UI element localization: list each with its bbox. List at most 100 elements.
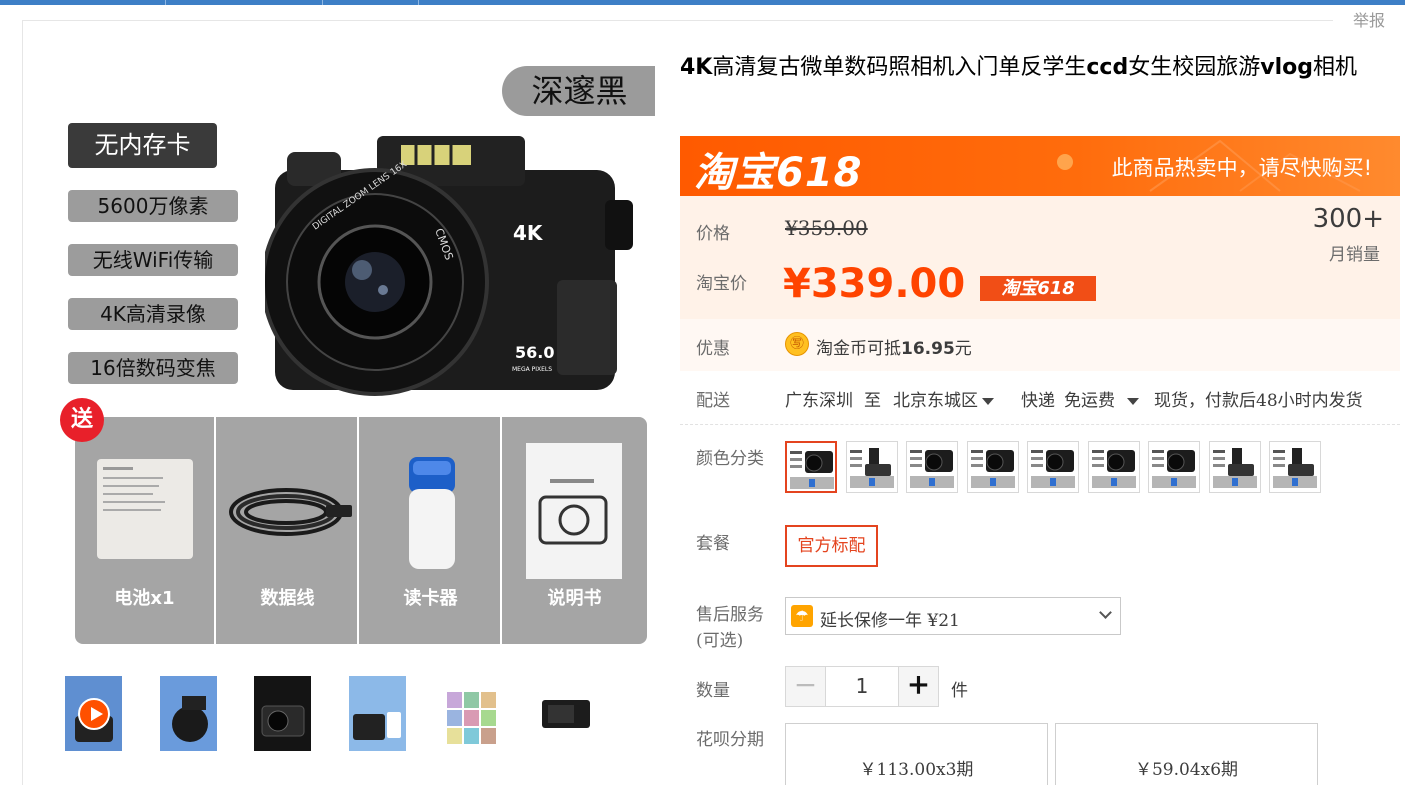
- thumbnail[interactable]: [443, 676, 500, 751]
- title-segment: vlog: [1260, 55, 1313, 80]
- swatch-image: [1028, 442, 1078, 492]
- ship-to-word: 至: [864, 391, 881, 411]
- color-swatch[interactable]: [906, 441, 958, 493]
- accessory-panel: 电池x1 数据线 读卡器 说明书: [75, 417, 647, 644]
- accessory-label: 数据线: [260, 588, 315, 609]
- service-label: 售后服务: [696, 605, 764, 625]
- caret-down-icon: [982, 398, 994, 405]
- thumbnail[interactable]: [538, 676, 595, 751]
- accessory-cable: 数据线: [218, 417, 359, 644]
- thumbnail-image: [160, 676, 217, 751]
- divider: [680, 424, 1400, 425]
- title-segment: 女生校园旅游: [1128, 55, 1261, 80]
- price-label: 价格: [696, 224, 730, 244]
- feature-label: 无线WiFi传输: [68, 244, 238, 276]
- original-price: ¥359.00: [785, 216, 868, 240]
- discount-label: 优惠: [696, 339, 730, 359]
- battery-icon: [97, 459, 193, 559]
- taobao-price-label: 淘宝价: [696, 274, 747, 294]
- title-segment: 高清复古微单数码照相机入门单反学生: [712, 55, 1087, 80]
- destination-selector[interactable]: 北京东城区: [893, 386, 994, 411]
- color-swatch[interactable]: [845, 441, 898, 493]
- swatch-image: [1209, 442, 1260, 492]
- quantity-decrease-button[interactable]: −: [785, 666, 826, 707]
- accessory-battery: 电池x1: [75, 417, 216, 644]
- current-price: ¥339.00: [783, 261, 966, 307]
- accessory-label: 读卡器: [403, 588, 458, 609]
- umbrella-icon: ☂: [791, 605, 813, 627]
- gift-badge: 送: [60, 398, 104, 442]
- title-segment: 相机: [1312, 55, 1357, 80]
- quantity-label: 数量: [696, 681, 730, 701]
- color-label: 颜色分类: [696, 449, 764, 469]
- ship-method: 快递: [1021, 391, 1055, 411]
- swatch-image: [787, 443, 835, 491]
- destination-text: 北京东城区: [893, 391, 978, 411]
- color-swatch[interactable]: [1208, 441, 1261, 493]
- coin-icon: ㊢: [785, 332, 809, 356]
- camera-illustration: 4K DIGITAL ZOOM LENS 16X CMOS 56.0 MEGA …: [265, 136, 633, 396]
- camera-4k-text: 4K: [513, 221, 544, 245]
- thumbnail[interactable]: [160, 676, 217, 751]
- availability: 现货，付款后48小时内发货: [1154, 391, 1363, 411]
- shipping-label: 配送: [696, 391, 730, 411]
- swatch-image: [1149, 442, 1199, 492]
- chevron-down-icon: [1099, 606, 1112, 619]
- swatch-image: [967, 442, 1018, 492]
- color-swatch[interactable]: [1148, 441, 1200, 493]
- color-swatch[interactable]: [1027, 441, 1079, 493]
- color-tag: 深邃黑: [502, 66, 655, 116]
- installment-label: 花呗分期: [696, 730, 764, 750]
- promo-banner: 淘宝618 此商品热卖中，请尽快购买!: [680, 136, 1400, 196]
- color-swatch[interactable]: [785, 441, 837, 493]
- color-swatch[interactable]: [966, 441, 1019, 493]
- discount-prefix: 淘金币可抵: [816, 339, 901, 359]
- price-box: 价格 ¥359.00 淘宝价 ¥339.00 淘宝618 300+ 月销量: [680, 196, 1400, 319]
- feature-label: 无内存卡: [68, 123, 217, 168]
- monthly-sales-label: 月销量: [1329, 245, 1380, 265]
- thumbnail-image: [538, 676, 595, 751]
- main-product-image[interactable]: 深邃黑 无内存卡 5600万像素 无线WiFi传输 4K高清录像 16倍数码变焦…: [55, 55, 655, 655]
- nav-divider: [322, 0, 323, 5]
- thumbnail[interactable]: [349, 676, 406, 751]
- swatch-image: [846, 442, 897, 492]
- play-icon[interactable]: [78, 698, 110, 730]
- feature-label: 4K高清录像: [68, 298, 238, 330]
- taobao-618-tag: 淘宝618: [980, 276, 1096, 301]
- feature-label: 16倍数码变焦: [68, 352, 238, 384]
- package-option-button[interactable]: 官方标配: [785, 525, 878, 567]
- ship-from: 广东深圳: [785, 391, 853, 411]
- swatch-image: [1270, 442, 1320, 492]
- service-selected: 延长保修一年 ¥21: [820, 611, 960, 631]
- quantity-input[interactable]: 1: [826, 666, 898, 707]
- accessory-manual: 说明书: [504, 417, 645, 644]
- caret-down-icon: [1127, 398, 1139, 405]
- top-nav-bar: [0, 0, 1405, 5]
- pixels-sub-text: MEGA PIXELS: [512, 366, 552, 373]
- shipping-fee-selector[interactable]: 免运费: [1064, 386, 1139, 411]
- thumbnail-image: [349, 676, 406, 751]
- service-select[interactable]: ☂ 延长保修一年 ¥21: [785, 597, 1121, 635]
- installment-option-3[interactable]: ￥113.00x3期: [785, 723, 1048, 785]
- color-swatch[interactable]: [1087, 441, 1140, 493]
- feature-label: 5600万像素: [68, 190, 238, 222]
- discount-text: 淘金币可抵16.95元: [816, 334, 972, 359]
- monthly-sales-count: 300+: [1312, 204, 1384, 234]
- thumbnail-video[interactable]: [65, 676, 122, 751]
- title-segment: ccd: [1086, 55, 1129, 80]
- card-reader-icon: [409, 457, 455, 569]
- accessory-label: 说明书: [547, 588, 602, 609]
- accessory-card-reader: 读卡器: [361, 417, 502, 644]
- thumbnail-image: [443, 676, 500, 751]
- product-title: 4K高清复古微单数码照相机入门单反学生ccd女生校园旅游vlog相机: [680, 52, 1395, 84]
- color-swatch[interactable]: [1269, 441, 1321, 493]
- quantity-increase-button[interactable]: +: [898, 666, 939, 707]
- discount-row: 优惠 ㊢ 淘金币可抵16.95元: [680, 319, 1400, 371]
- nav-divider: [418, 0, 419, 5]
- quantity-unit: 件: [951, 681, 968, 701]
- nav-divider: [165, 0, 166, 5]
- installment-option-6[interactable]: ￥59.04x6期: [1055, 723, 1318, 785]
- thumbnail[interactable]: [254, 676, 311, 751]
- report-link[interactable]: 举报: [1333, 10, 1405, 32]
- accessory-label: 电池x1: [114, 588, 175, 609]
